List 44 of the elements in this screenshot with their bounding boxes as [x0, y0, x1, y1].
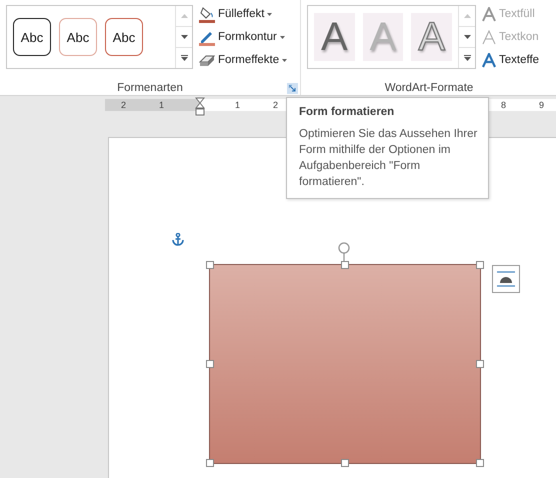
- shape-style-option[interactable]: Abc: [13, 18, 51, 56]
- ruler-number: 8: [501, 99, 506, 111]
- up-arrow-icon: [180, 14, 188, 18]
- down-arrow-icon: [464, 35, 470, 39]
- resize-handle[interactable]: [206, 459, 214, 467]
- letter-icon: [482, 6, 496, 22]
- ruler-number: 1: [159, 99, 164, 111]
- dialog-launcher-icon[interactable]: [287, 83, 298, 94]
- resize-handle[interactable]: [476, 459, 484, 467]
- expand-arrow-icon: [464, 55, 470, 61]
- ruler-number: 2: [121, 99, 126, 111]
- indent-marker-icon[interactable]: [195, 97, 205, 117]
- ribbon-command[interactable]: Fülleffekt: [199, 5, 288, 23]
- shape-style-option[interactable]: Abc: [105, 18, 143, 56]
- group-label: Formenarten: [116, 82, 184, 94]
- rotate-handle-icon[interactable]: [337, 241, 351, 263]
- ribbon-command[interactable]: Formeffekte: [199, 51, 288, 69]
- resize-handle[interactable]: [476, 261, 484, 269]
- resize-handle[interactable]: [341, 459, 349, 467]
- anchor-icon: [172, 233, 184, 246]
- layout-options-icon[interactable]: [492, 265, 520, 293]
- ruler-number: 1: [235, 99, 240, 111]
- shape-style-option[interactable]: Abc: [59, 18, 97, 56]
- ruler-number: 9: [539, 99, 544, 111]
- paint-bucket-icon: [199, 6, 215, 22]
- wordart-style-option[interactable]: A: [314, 13, 355, 61]
- resize-handle[interactable]: [206, 261, 214, 269]
- resize-handle[interactable]: [476, 360, 484, 368]
- group-label: WordArt-Formate: [384, 82, 474, 94]
- ribbon-command[interactable]: Formkontur: [199, 28, 288, 46]
- resize-handle[interactable]: [206, 360, 214, 368]
- ruler-number: 2: [273, 99, 278, 111]
- eraser-icon: [199, 52, 215, 68]
- up-arrow-icon: [464, 14, 470, 18]
- down-arrow-icon: [180, 35, 188, 39]
- style-gallery[interactable]: A A A: [307, 5, 476, 69]
- tooltip-text: Optimieren Sie das Aussehen Ihrer Form mithilfe der Optionen im Aufgabenbereich "Form formatieren".: [299, 127, 478, 190]
- outlined-letter-icon: [482, 30, 496, 44]
- tooltip-title: Form formatieren: [299, 106, 396, 118]
- resize-handle[interactable]: [341, 261, 349, 269]
- glowing-letter-icon: [482, 52, 496, 68]
- expand-arrow-icon: [180, 55, 188, 61]
- ribbon-command[interactable]: Texteffe: [482, 51, 540, 69]
- style-gallery[interactable]: Abc Abc Abc: [6, 5, 193, 69]
